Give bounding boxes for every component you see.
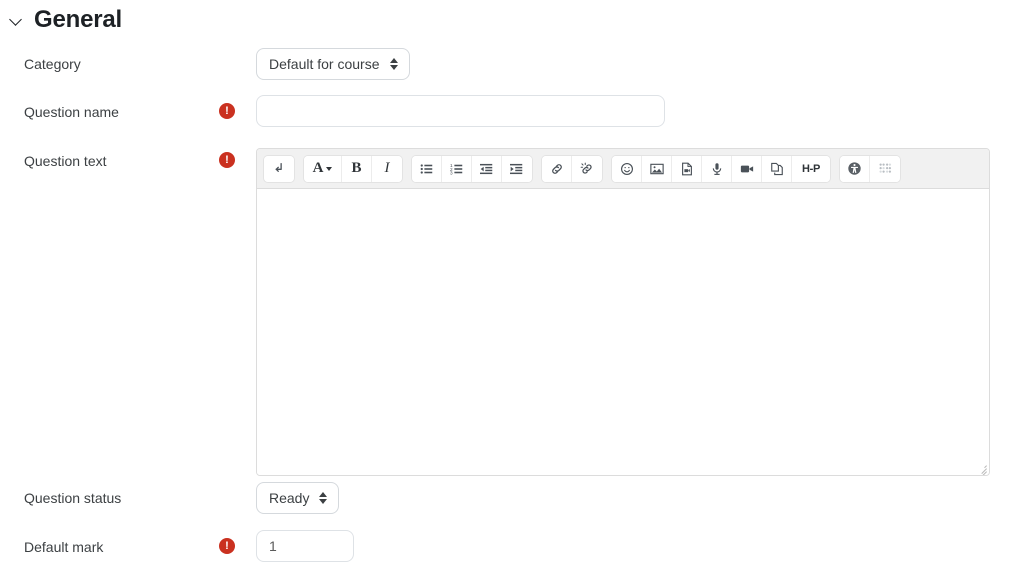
toolbar-group-formatting xyxy=(263,154,295,183)
h5p-icon[interactable]: H‑P xyxy=(792,155,830,182)
question-edit-form: General Category Default for course Ques… xyxy=(0,0,1024,573)
question-text-editor: A B I 1 2 3 H‑P xyxy=(256,148,990,476)
category-select-value: Default for course xyxy=(269,56,380,72)
toolbar-group-lists: 1 2 3 xyxy=(411,154,533,183)
bold-icon[interactable]: B xyxy=(342,155,372,182)
question-text-area[interactable] xyxy=(257,189,989,475)
image-icon[interactable] xyxy=(642,155,672,182)
toolbar-group-links xyxy=(541,154,603,183)
emoticon-icon[interactable] xyxy=(612,155,642,182)
indent-icon[interactable] xyxy=(502,155,532,182)
editor-body xyxy=(257,189,989,475)
label-question-status: Question status xyxy=(24,490,122,506)
letter-i-glyph: I xyxy=(384,160,390,176)
page-title: General xyxy=(34,6,122,33)
letter-a-glyph: A xyxy=(312,160,324,176)
link-icon[interactable] xyxy=(542,155,572,182)
question-name-input[interactable] xyxy=(256,95,665,127)
label-question-text: Question text xyxy=(24,153,107,169)
required-indicator-icon xyxy=(219,103,235,119)
toolbar-group-text-style: A B I xyxy=(303,154,403,183)
question-status-select[interactable]: Ready xyxy=(256,482,340,514)
accessibility-checker-icon[interactable] xyxy=(840,155,870,182)
numbered-list-icon[interactable]: 1 2 3 xyxy=(442,155,472,182)
line-break-icon[interactable] xyxy=(264,155,294,182)
video-camera-icon[interactable] xyxy=(732,155,762,182)
editor-toolbar: A B I 1 2 3 H‑P xyxy=(257,149,989,189)
general-section-header[interactable]: General xyxy=(10,8,122,32)
required-indicator-icon xyxy=(219,152,235,168)
chevron-updown-icon xyxy=(319,491,328,505)
toolbar-group-media: H‑P xyxy=(611,154,831,183)
caret-down-icon xyxy=(326,166,333,171)
screenreader-helper-icon[interactable] xyxy=(870,155,900,182)
microphone-icon[interactable] xyxy=(702,155,732,182)
manage-files-icon[interactable] xyxy=(762,155,792,182)
media-file-icon[interactable] xyxy=(672,155,702,182)
text-style-icon[interactable]: A xyxy=(304,155,342,182)
h5p-wordmark: H‑P xyxy=(801,162,821,175)
unlink-icon[interactable] xyxy=(572,155,602,182)
toolbar-group-accessibility xyxy=(839,154,901,183)
label-question-name: Question name xyxy=(24,104,119,120)
italic-icon[interactable]: I xyxy=(372,155,402,182)
default-mark-input[interactable] xyxy=(256,530,354,562)
outdent-icon[interactable] xyxy=(472,155,502,182)
chevron-updown-icon xyxy=(389,57,399,71)
bullet-list-icon[interactable] xyxy=(412,155,442,182)
question-status-select-value: Ready xyxy=(269,490,310,506)
label-default-mark: Default mark xyxy=(24,539,104,555)
required-indicator-icon xyxy=(219,538,235,554)
svg-text:3: 3 xyxy=(450,170,453,175)
category-select[interactable]: Default for course xyxy=(256,48,410,80)
letter-b-glyph: B xyxy=(351,160,362,176)
chevron-down-icon[interactable] xyxy=(10,13,24,27)
label-category: Category xyxy=(24,56,81,72)
